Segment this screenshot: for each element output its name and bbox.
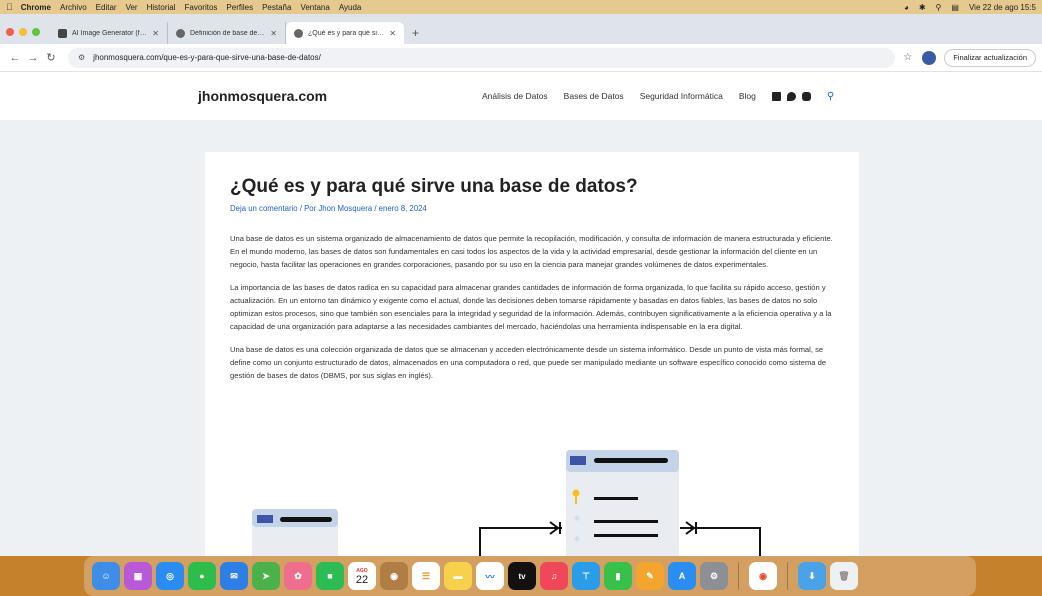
safari-icon[interactable]: ◎ xyxy=(156,562,184,590)
close-tab-icon[interactable]: ✕ xyxy=(270,29,277,38)
macos-menubar:  Chrome Archivo Editar Ver Historial Fa… xyxy=(0,0,1042,14)
launchpad-icon[interactable]: ▦ xyxy=(124,562,152,590)
bookmark-star-icon[interactable]: ☆ xyxy=(903,52,912,63)
music-icon[interactable]: ♫ xyxy=(540,562,568,590)
tab-ai-image-generator[interactable]: AI Image Generator (free, no ✕ xyxy=(50,22,168,44)
address-bar[interactable]: ⚙ jhonmosquera.com/que-es-y-para-que-sir… xyxy=(68,47,896,68)
menu-ayuda[interactable]: Ayuda xyxy=(339,3,362,12)
tab-title: AI Image Generator (free, no xyxy=(72,29,147,37)
tab-title: ¿Qué es y para qué sirve una xyxy=(308,29,384,37)
menubar-clock[interactable]: Vie 22 de ago 15:5 xyxy=(969,3,1036,12)
search-icon[interactable]: ⚲ xyxy=(827,91,834,102)
menu-pestana[interactable]: Pestaña xyxy=(262,3,291,12)
menu-historial[interactable]: Historial xyxy=(147,3,176,12)
article-paragraph: Una base de datos es un sistema organiza… xyxy=(230,234,833,269)
site-settings-icon[interactable]: ⚙ xyxy=(78,53,85,62)
menu-favoritos[interactable]: Favoritos xyxy=(185,3,218,12)
close-tab-icon[interactable]: ✕ xyxy=(389,29,396,38)
finish-update-button[interactable]: Finalizar actualización xyxy=(944,48,1036,67)
nav-analisis-de-datos[interactable]: Análisis de Datos xyxy=(482,91,548,101)
menu-ventana[interactable]: Ventana xyxy=(300,3,329,12)
calendar-icon[interactable]: AGO 22 xyxy=(348,562,376,590)
tab-que-es-base-datos[interactable]: ¿Qué es y para qué sirve una ✕ xyxy=(286,22,404,44)
reminders-icon[interactable]: ☰ xyxy=(412,562,440,590)
article-title: ¿Qué es y para qué sirve una base de dat… xyxy=(230,176,638,197)
trash-icon[interactable]: 🗑 xyxy=(830,562,858,590)
address-url: jhonmosquera.com/que-es-y-para-que-sirve… xyxy=(93,53,321,62)
numbers-icon[interactable]: ▮ xyxy=(604,562,632,590)
web-page: jhonmosquera.com Análisis de Datos Bases… xyxy=(0,72,1042,556)
tab-definicion-base-datos[interactable]: Definición de base de datos ✕ xyxy=(168,22,286,44)
dock-separator xyxy=(787,562,788,590)
menu-archivo[interactable]: Archivo xyxy=(60,3,87,12)
bluetooth-icon[interactable]: ✱ xyxy=(919,3,926,12)
close-tab-icon[interactable]: ✕ xyxy=(152,29,159,38)
menu-app-name[interactable]: Chrome xyxy=(21,3,51,12)
nav-bases-de-datos[interactable]: Bases de Datos xyxy=(564,91,624,101)
zoom-window-button[interactable] xyxy=(32,28,40,36)
facetime-icon[interactable]: ■ xyxy=(316,562,344,590)
downloads-folder-icon[interactable]: ⬇ xyxy=(798,562,826,590)
ai-generator-favicon-icon xyxy=(58,28,67,38)
macos-dock: ☺ ▦ ◎ ● ✉ ➤ ✿ ■ AGO 22 ◉ ☰ ▬ 〰 tv ♫ ⊤ ▮ … xyxy=(84,556,976,596)
spotlight-search-icon[interactable]: ⚲ xyxy=(936,3,942,12)
instagram-icon[interactable] xyxy=(801,91,811,101)
menubar-status-area: ◕ ✱ ⚲ ▤ Vie 22 de ago 15:5 xyxy=(904,3,1036,12)
finder-icon[interactable]: ☺ xyxy=(92,562,120,590)
photos-icon[interactable]: ✿ xyxy=(284,562,312,590)
dock-separator xyxy=(738,562,739,590)
menu-editar[interactable]: Editar xyxy=(96,3,117,12)
menu-perfiles[interactable]: Perfiles xyxy=(226,3,253,12)
reload-icon[interactable]: ↻ xyxy=(42,51,60,64)
tab-title: Definición de base de datos xyxy=(190,29,265,37)
forward-arrow-icon[interactable]: → xyxy=(24,52,42,64)
system-settings-icon[interactable]: ⚙ xyxy=(700,562,728,590)
mail-icon[interactable]: ✉ xyxy=(220,562,248,590)
site-nav: Análisis de Datos Bases de Datos Segurid… xyxy=(482,91,834,102)
notes-icon[interactable]: ▬ xyxy=(444,562,472,590)
pages-icon[interactable]: ✎ xyxy=(636,562,664,590)
freeform-icon[interactable]: 〰 xyxy=(476,562,504,590)
close-window-button[interactable] xyxy=(6,28,14,36)
site-header: jhonmosquera.com Análisis de Datos Bases… xyxy=(0,72,1042,120)
article-paragraph: Una base de datos es una colección organ… xyxy=(230,345,827,380)
minimize-window-button[interactable] xyxy=(19,28,27,36)
apple-tv-label: tv xyxy=(518,571,526,581)
profile-avatar-icon[interactable] xyxy=(922,50,937,65)
article-card: ¿Qué es y para qué sirve una base de dat… xyxy=(205,152,859,556)
nav-seguridad-informatica[interactable]: Seguridad Informática xyxy=(640,91,723,101)
contacts-icon[interactable]: ◉ xyxy=(380,562,408,590)
control-center-icon[interactable]: ▤ xyxy=(951,3,959,12)
site-favicon-icon xyxy=(176,28,185,38)
calendar-day: 22 xyxy=(355,574,369,586)
site-logo-title[interactable]: jhonmosquera.com xyxy=(198,88,482,104)
maps-icon[interactable]: ➤ xyxy=(252,562,280,590)
new-tab-button[interactable]: + xyxy=(404,22,427,44)
messages-icon[interactable]: ● xyxy=(188,562,216,590)
article-meta[interactable]: Deja un comentario / Por Jhon Mosquera /… xyxy=(230,204,834,213)
screen-record-icon[interactable]: ◕ xyxy=(904,3,909,12)
nav-blog[interactable]: Blog xyxy=(739,91,756,101)
twitter-icon[interactable] xyxy=(786,91,796,101)
article-paragraph: La importancia de las bases de datos rad… xyxy=(230,283,832,331)
menu-ver[interactable]: Ver xyxy=(126,3,138,12)
site-favicon-icon xyxy=(294,28,303,38)
app-store-icon[interactable]: A xyxy=(668,562,696,590)
apple-tv-icon[interactable]: tv xyxy=(508,562,536,590)
browser-tab-bar: AI Image Generator (free, no ✕ Definició… xyxy=(0,14,1042,44)
apple-icon[interactable]:  xyxy=(6,2,13,12)
social-links xyxy=(771,91,811,101)
back-arrow-icon[interactable]: ← xyxy=(6,52,24,64)
browser-toolbar: ← → ↻ ⚙ jhonmosquera.com/que-es-y-para-q… xyxy=(0,44,1042,72)
keynote-icon[interactable]: ⊤ xyxy=(572,562,600,590)
chrome-icon[interactable]: ◉ xyxy=(749,562,777,590)
facebook-icon[interactable] xyxy=(771,91,781,101)
window-controls xyxy=(6,20,40,44)
